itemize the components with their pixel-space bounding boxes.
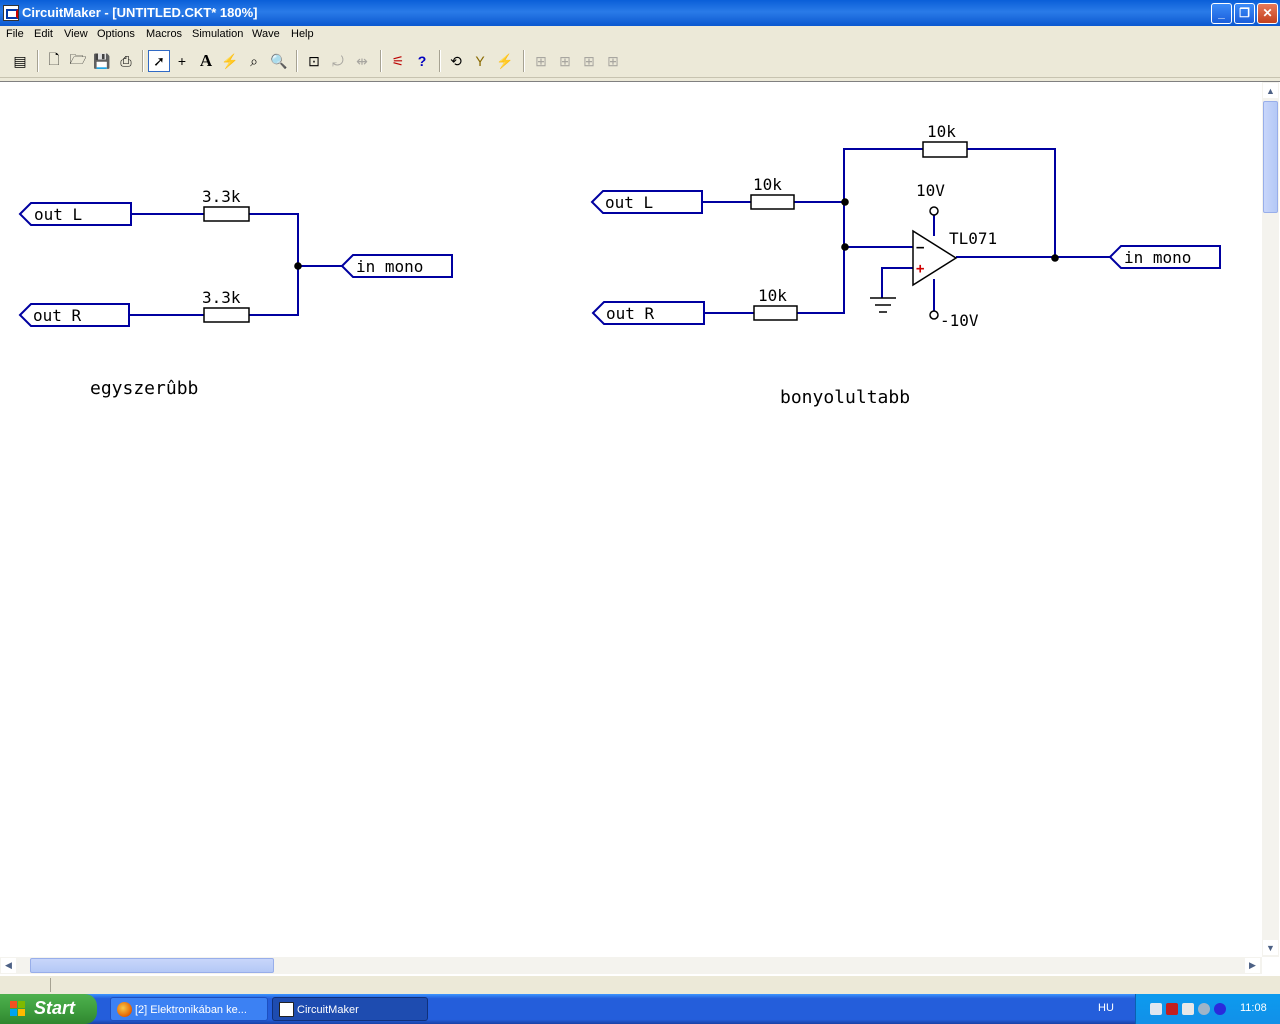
toolbar: ▤ 🗋 🗁 💾 ⎙ ➚ + A ⚡ ⌕ 🔍 ⊡ ⤾ ⇹ ⚟ ? ⟲ Y ⚡ ⊞ … (0, 45, 1280, 78)
security-shield-icon[interactable] (1166, 1003, 1178, 1015)
task-circuitmaker[interactable]: CircuitMaker (272, 997, 428, 1021)
scroll-right-icon[interactable]: ▶ (1245, 958, 1260, 973)
circuitmaker-icon[interactable] (3, 5, 19, 21)
resistor-value-bottom: 3.3k (202, 288, 241, 307)
opamp-minus-sign: − (916, 240, 924, 256)
port-label-out-r-2: out R (606, 304, 655, 323)
delete-tool-icon[interactable]: ⌕ (243, 50, 265, 72)
status-bar (0, 975, 1280, 994)
reset-icon[interactable]: ⟲ (445, 50, 467, 72)
scroll-up-icon[interactable]: ▲ (1263, 83, 1278, 98)
task-firefox[interactable]: [2] Elektronikában ke... (110, 997, 268, 1021)
open-folder-icon[interactable]: 🗁 (67, 50, 89, 72)
supply-neg-terminal[interactable] (929, 310, 939, 320)
windows-logo-icon (10, 1001, 26, 1017)
probe-tool-icon[interactable]: ⚡ (219, 50, 241, 72)
junction-dot (294, 262, 302, 270)
port-label-out-l: out L (34, 205, 82, 224)
start-button[interactable]: Start (0, 994, 97, 1024)
vertical-scroll-thumb[interactable] (1263, 101, 1278, 213)
window-title: CircuitMaker - [UNTITLED.CKT* 180%] (22, 5, 258, 20)
restore-button[interactable]: ❐ (1234, 3, 1255, 24)
help-icon[interactable]: ? (411, 50, 433, 72)
rotate-icon[interactable]: ⤾ (327, 50, 349, 72)
run-simulation-icon[interactable]: ⚡ (494, 50, 516, 72)
scroll-down-icon[interactable]: ▼ (1263, 940, 1278, 955)
resistor-value-complex-top: 10k (753, 175, 782, 194)
port-label-in-mono-2: in mono (1124, 248, 1191, 267)
close-button[interactable]: ✕ (1257, 3, 1278, 24)
clock: 11:08 (1240, 1002, 1267, 1014)
volume-icon[interactable] (1182, 1003, 1194, 1015)
step-icon[interactable]: Y (469, 50, 491, 72)
zoom-fit-icon[interactable]: ⊡ (303, 50, 325, 72)
port-label-in-mono: in mono (356, 257, 423, 276)
caption-simple: egyszerûbb (90, 378, 198, 399)
supply-neg-label: -10V (940, 311, 979, 330)
resistor-feedback[interactable] (922, 141, 968, 158)
menu-macros[interactable]: Macros (146, 28, 182, 40)
device-library-icon[interactable]: ▤ (9, 50, 31, 72)
menu-options[interactable]: Options (97, 28, 135, 40)
menu-simulation[interactable]: Simulation (192, 28, 243, 40)
menu-wave[interactable]: Wave (252, 28, 280, 40)
print-icon[interactable]: ⎙ (115, 50, 137, 72)
trace-icon[interactable]: ⊞ (530, 50, 552, 72)
resistor-simple-top[interactable] (203, 206, 250, 222)
resistor-simple-bottom[interactable] (203, 307, 250, 323)
language-indicator[interactable]: HU (1098, 1002, 1114, 1014)
schematic-canvas[interactable]: out L out R in mono 3.3k 3.3k egyszerûbb… (0, 81, 1280, 975)
resistor-value-top: 3.3k (202, 187, 241, 206)
title-bar[interactable]: CircuitMaker - [UNTITLED.CKT* 180%] _ ❐ … (0, 0, 1280, 26)
mirror-icon[interactable]: ⇹ (351, 50, 373, 72)
status-divider (50, 978, 51, 992)
ground-icon (870, 297, 896, 313)
firefox-icon (117, 1002, 132, 1017)
text-tool-icon[interactable]: A (195, 50, 217, 72)
scroll-left-icon[interactable]: ◀ (1, 958, 16, 973)
menu-bar: File Edit View Options Macros Simulation… (0, 26, 1280, 44)
junction-dot (841, 198, 849, 206)
network-icon[interactable] (1150, 1003, 1162, 1015)
caption-complex: bonyolultabb (780, 387, 910, 408)
start-label: Start (34, 998, 76, 1018)
horizontal-scroll-thumb[interactable] (30, 958, 274, 973)
netlist-icon[interactable]: ⚟ (387, 50, 409, 72)
resistor-complex-top[interactable] (750, 194, 795, 210)
vertical-scrollbar[interactable]: ▲ ▼ (1262, 82, 1279, 957)
display-icon[interactable] (1198, 1003, 1210, 1015)
menu-file[interactable]: File (6, 28, 24, 40)
macro-icon[interactable]: ⊞ (602, 50, 624, 72)
system-tray: 11:08 (1135, 994, 1280, 1024)
new-file-icon[interactable]: 🗋 (43, 50, 65, 72)
bus-icon[interactable]: ⊞ (578, 50, 600, 72)
bluetooth-icon[interactable] (1214, 1003, 1226, 1015)
junction-dot (1051, 254, 1059, 262)
arrow-tool-icon[interactable]: ➚ (148, 50, 170, 72)
opamp-plus-sign: + (916, 261, 924, 277)
junction-dot (841, 243, 849, 251)
menu-edit[interactable]: Edit (34, 28, 53, 40)
waveform-icon[interactable]: ⊞ (554, 50, 576, 72)
menu-view[interactable]: View (64, 28, 88, 40)
resistor-complex-bottom[interactable] (753, 305, 798, 321)
minimize-button[interactable]: _ (1211, 3, 1232, 24)
zoom-tool-icon[interactable]: 🔍 (268, 50, 290, 72)
opamp-model-label: TL071 (949, 229, 997, 248)
wire-tool-icon[interactable]: + (171, 50, 193, 72)
supply-pos-terminal[interactable] (929, 206, 939, 216)
circuitmaker-icon (279, 1002, 294, 1017)
schematic-drawing[interactable]: out L out R in mono 3.3k 3.3k egyszerûbb… (0, 82, 1262, 957)
port-label-out-l-2: out L (605, 193, 653, 212)
resistor-value-complex-bottom: 10k (758, 286, 787, 305)
save-icon[interactable]: 💾 (91, 50, 113, 72)
menu-help[interactable]: Help (291, 28, 314, 40)
task-firefox-label: [2] Elektronikában ke... (135, 1004, 247, 1016)
task-circuitmaker-label: CircuitMaker (297, 1004, 359, 1016)
supply-pos-label: 10V (916, 181, 945, 200)
taskbar: Start [2] Elektronikában ke... CircuitMa… (0, 994, 1280, 1024)
resistor-value-feedback: 10k (927, 122, 956, 141)
port-label-out-r: out R (33, 306, 82, 325)
